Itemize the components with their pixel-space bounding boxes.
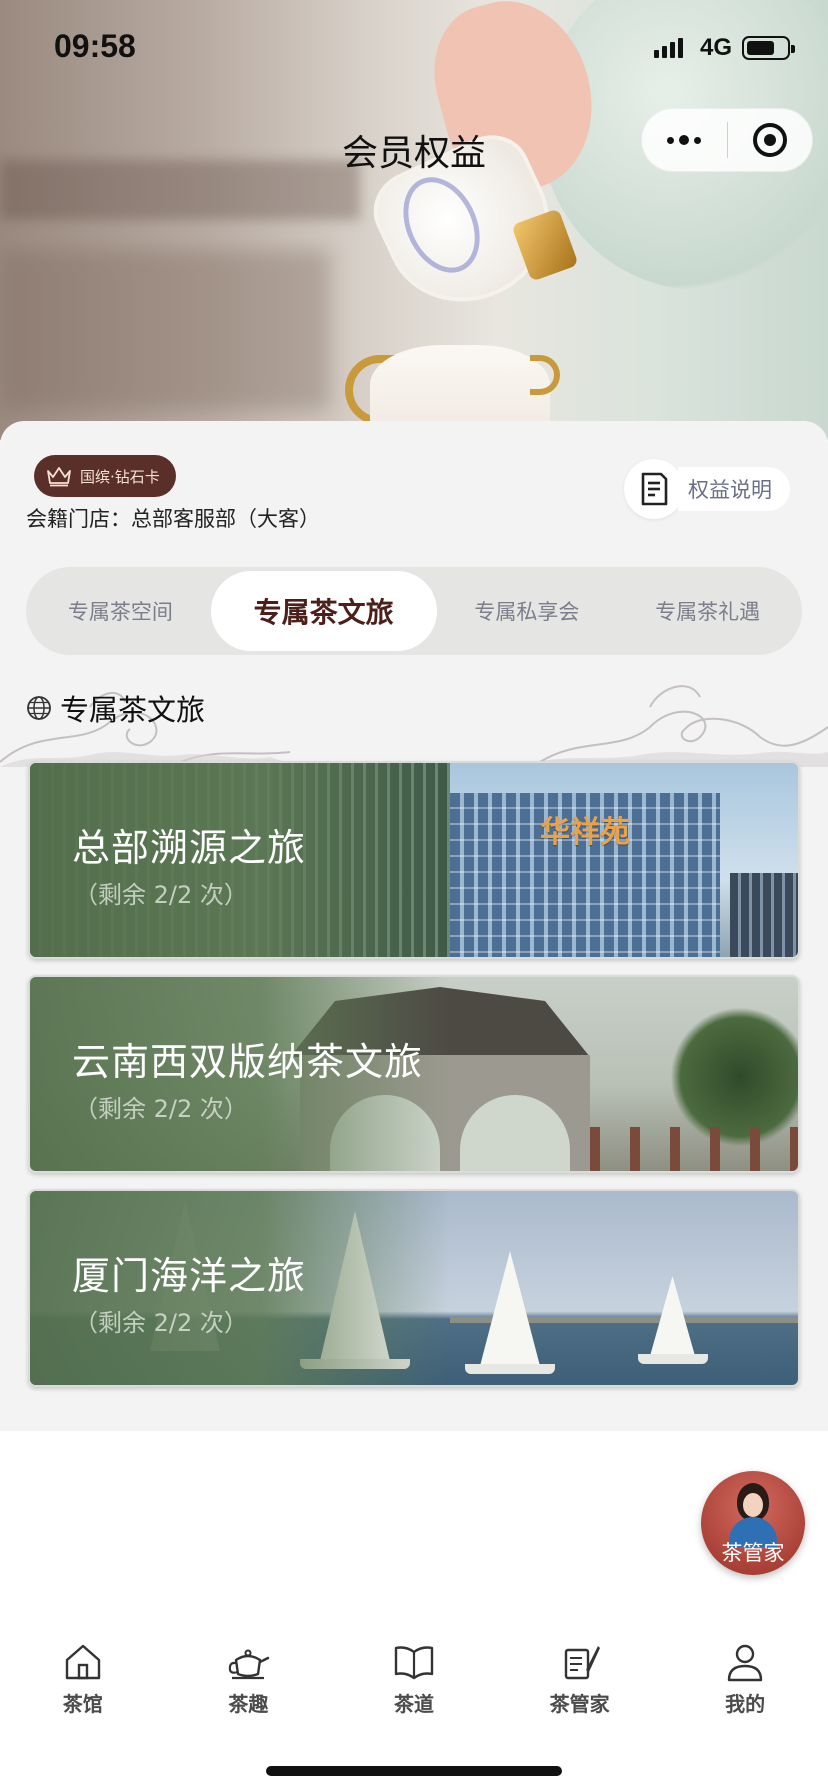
trip-remaining: （剩余 2/2 次） bbox=[74, 1095, 248, 1123]
trip-remaining: （剩余 2/2 次） bbox=[74, 1309, 248, 1337]
hero-pitcher-spout bbox=[530, 355, 560, 395]
signal-icon bbox=[654, 38, 683, 58]
nav-tea-butler[interactable]: 茶管家 bbox=[497, 1622, 663, 1722]
nav-tea-house[interactable]: 茶馆 bbox=[0, 1622, 166, 1722]
trip-name: 厦门海洋之旅 bbox=[72, 1254, 307, 1298]
nav-mine[interactable]: 我的 bbox=[662, 1622, 828, 1722]
globe-icon bbox=[27, 696, 51, 720]
trip-name: 云南西双版纳茶文旅 bbox=[72, 1040, 424, 1084]
tab-tea-culture-travel[interactable]: 专属茶文旅 bbox=[210, 571, 437, 651]
close-miniprogram-button[interactable] bbox=[728, 109, 813, 171]
benefits-panel: 国缤·钻石卡 会籍门店：总部客服部（大客） 权益说明 专属茶空间 专属茶文旅 专… bbox=[0, 421, 828, 1431]
trip-name: 总部溯源之旅 bbox=[72, 826, 307, 870]
tea-butler-float-label: 茶管家 bbox=[721, 1541, 785, 1565]
status-bar: 09:58 4G bbox=[0, 0, 828, 96]
membership-card-label: 国缤·钻石卡 bbox=[80, 467, 160, 486]
nav-label: 我的 bbox=[725, 1692, 766, 1716]
battery-icon bbox=[742, 36, 795, 60]
trip-card-xiamen-ocean[interactable]: 厦门海洋之旅 （剩余 2/2 次） bbox=[28, 1189, 800, 1387]
target-close-icon bbox=[752, 123, 787, 157]
bottom-navigation: 茶馆 茶趣 茶道 茶管家 我的 bbox=[0, 1622, 828, 1722]
nav-tea-way[interactable]: 茶道 bbox=[331, 1622, 497, 1722]
more-dot-icon bbox=[694, 136, 702, 144]
section-title: 专属茶文旅 bbox=[26, 687, 205, 729]
nav-tea-fun[interactable]: 茶趣 bbox=[166, 1622, 332, 1722]
trip-card-hq[interactable]: 华祥苑 总部溯源之旅 （剩余 2/2 次） bbox=[28, 761, 800, 959]
building-sign: 华祥苑 bbox=[540, 815, 630, 850]
tea-butler-icon bbox=[564, 1646, 600, 1680]
tab-tea-space[interactable]: 专属茶空间 bbox=[30, 571, 211, 651]
nav-label: 茶管家 bbox=[549, 1692, 610, 1716]
nav-label: 茶馆 bbox=[62, 1692, 103, 1716]
more-dot-icon bbox=[667, 136, 675, 144]
document-icon bbox=[624, 459, 684, 519]
person-icon bbox=[727, 1644, 763, 1682]
status-time: 09:58 bbox=[54, 28, 136, 64]
book-icon bbox=[394, 1646, 434, 1680]
tab-private-club[interactable]: 专属私享会 bbox=[437, 571, 618, 651]
rights-description-button[interactable]: 权益说明 bbox=[624, 459, 790, 519]
nav-label: 茶道 bbox=[393, 1692, 434, 1716]
membership-card-badge: 国缤·钻石卡 bbox=[34, 455, 176, 497]
benefit-tabs: 专属茶空间 专属茶文旅 专属私享会 专属茶礼遇 bbox=[26, 567, 802, 655]
trip-card-xishuangbanna[interactable]: 云南西双版纳茶文旅 （剩余 2/2 次） bbox=[28, 975, 800, 1173]
trip-remaining: （剩余 2/2 次） bbox=[74, 881, 248, 909]
crown-icon bbox=[47, 467, 71, 487]
more-dot-icon bbox=[679, 135, 690, 145]
home-indicator[interactable] bbox=[266, 1766, 562, 1776]
house-icon bbox=[65, 1644, 100, 1680]
teapot-icon bbox=[229, 1649, 270, 1680]
tab-tea-gifts[interactable]: 专属茶礼遇 bbox=[617, 571, 798, 651]
tea-butler-float-button[interactable]: 茶管家 bbox=[701, 1471, 805, 1575]
hero-wall-shadow-lower bbox=[0, 250, 330, 410]
membership-store: 会籍门店：总部客服部（大客） bbox=[26, 507, 320, 531]
miniprogram-capsule bbox=[641, 108, 813, 172]
network-label: 4G bbox=[700, 34, 733, 61]
section-title-label: 专属茶文旅 bbox=[60, 693, 206, 727]
more-options-button[interactable] bbox=[642, 109, 727, 171]
rights-description-label: 权益说明 bbox=[678, 467, 790, 511]
nav-label: 茶趣 bbox=[228, 1692, 269, 1716]
